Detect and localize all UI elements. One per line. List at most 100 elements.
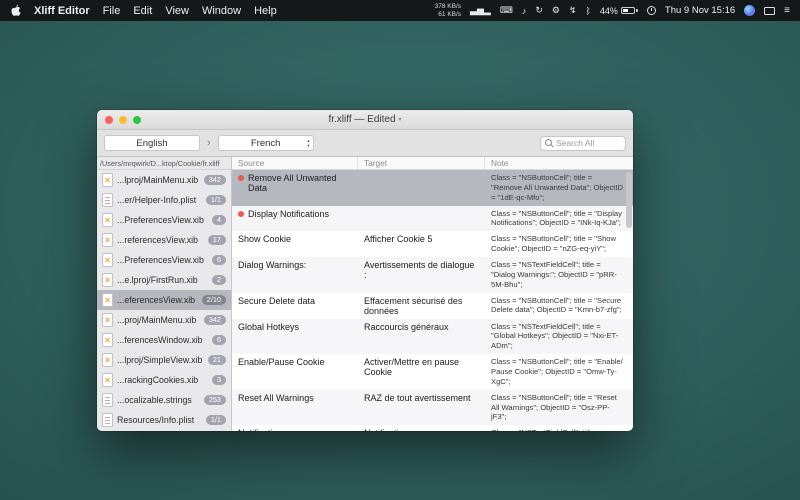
- table-row[interactable]: Display NotificationsClass = "NSButtonCe…: [232, 206, 633, 232]
- battery-icon: [621, 7, 635, 14]
- zoom-button[interactable]: [133, 116, 141, 124]
- file-item[interactable]: ×...PreferencesView.xib4: [97, 210, 231, 230]
- file-name: ...PreferencesView.xib: [117, 255, 208, 265]
- menu-list: File Edit View Window Help: [103, 5, 277, 17]
- title-chevron-icon[interactable]: ▾: [399, 116, 402, 123]
- file-item[interactable]: ×...proj/MainMenu.xib342: [97, 310, 231, 330]
- file-item[interactable]: ×...ferencesWindow.xib6: [97, 330, 231, 350]
- siri-icon[interactable]: [744, 5, 755, 16]
- table-row[interactable]: Dialog Warnings:Avertissements de dialog…: [232, 257, 633, 293]
- target-text[interactable]: Avertissements de dialogue :: [358, 257, 485, 293]
- sync-icon[interactable]: ↻: [535, 5, 543, 16]
- source-text: Enable/Pause Cookie: [238, 357, 325, 367]
- file-path: /Users/mrqwirk/D...ktop/Cookie/fr.xliff: [97, 157, 231, 170]
- target-language-popup[interactable]: French ▴▾: [218, 135, 314, 151]
- xib-file-icon: ×: [102, 333, 113, 347]
- table-scrollbar-thumb[interactable]: [626, 172, 632, 228]
- file-item[interactable]: ×...PreferencesView.xib6: [97, 250, 231, 270]
- source-cell: Notifications:: [232, 425, 358, 431]
- menu-file[interactable]: File: [103, 5, 121, 17]
- toolbar: English › French ▴▾: [97, 130, 633, 157]
- status-icon-list: ▃▅▂ ⌨ ♪ ↻ ⚙ ↯ ᛒ: [470, 5, 591, 16]
- gear-icon[interactable]: ⚙: [552, 5, 560, 16]
- file-item[interactable]: Resources/Info.plist1/1: [97, 410, 231, 430]
- battery-percent-label: 44%: [600, 6, 618, 16]
- minimize-button[interactable]: [119, 116, 127, 124]
- search-input[interactable]: [556, 138, 621, 148]
- count-badge: 17: [208, 235, 226, 245]
- battery-indicator[interactable]: 44%: [600, 6, 638, 16]
- source-text: Global Hotkeys: [238, 322, 299, 332]
- count-badge: 21: [208, 355, 226, 365]
- target-text[interactable]: Raccourcis généraux: [358, 319, 485, 355]
- volume-icon[interactable]: ♪: [522, 6, 527, 16]
- target-text[interactable]: [358, 206, 485, 232]
- file-item[interactable]: ...ocalizable.strings 253: [97, 390, 231, 410]
- table-row[interactable]: Enable/Pause Cookie Activer/Mettre en pau…: [232, 354, 633, 390]
- note-text: Class = "NSTextFieldCell"; title = "Dial…: [485, 257, 633, 293]
- target-text[interactable]: RAZ de tout avertissement: [358, 390, 485, 426]
- count-badge: 253: [204, 395, 226, 405]
- target-text[interactable]: Effacement sécurisé des données: [358, 293, 485, 319]
- column-header-target[interactable]: Target: [358, 157, 485, 169]
- target-text[interactable]: Notifications :: [358, 425, 485, 431]
- file-item[interactable]: ×...lproj/SimpleView.xib21: [97, 350, 231, 370]
- count-badge: 1/1: [206, 195, 226, 205]
- table-body: Remove All Unwanted Data Class = "NSButto…: [232, 170, 633, 431]
- note-text: Class = "NSButtonCell"; title = "Show Co…: [485, 231, 633, 257]
- search-field[interactable]: [540, 136, 626, 151]
- activity-graph-icon[interactable]: ▃▅▂: [470, 5, 491, 16]
- target-text[interactable]: Afficher Cookie 5: [358, 231, 485, 257]
- file-item[interactable]: ×...e.lproj/FirstRun.xib2: [97, 270, 231, 290]
- table-row[interactable]: Global Hotkeys Raccourcis générauxClass =…: [232, 319, 633, 355]
- clock-icon[interactable]: [647, 6, 656, 15]
- count-badge: 342: [204, 315, 226, 325]
- file-item[interactable]: ×...lproj/MainMenu.xib342: [97, 170, 231, 190]
- count-badge: 1/1: [206, 415, 226, 425]
- file-name: ...ocalizable.strings: [117, 395, 200, 405]
- notification-center-icon[interactable]: ≡: [784, 5, 790, 16]
- column-header-note[interactable]: Note: [485, 157, 633, 169]
- translation-table: SourceTargetNote Remove All Unwanted Dat…: [232, 157, 633, 431]
- apple-menu-icon[interactable]: [10, 4, 21, 17]
- menu-bar-clock[interactable]: Thu 9 Nov 15:16: [665, 5, 735, 16]
- table-row[interactable]: Show Cookie Afficher Cookie 5Class = "NSB…: [232, 231, 633, 257]
- source-language-button[interactable]: English: [104, 135, 200, 151]
- menu-help[interactable]: Help: [254, 5, 277, 17]
- keyboard-icon[interactable]: ⌨: [500, 5, 513, 16]
- close-button[interactable]: [105, 116, 113, 124]
- battery-fill: [623, 9, 628, 12]
- window-content: /Users/mrqwirk/D...ktop/Cookie/fr.xliff …: [97, 157, 633, 431]
- source-text: Display Notifications: [248, 209, 329, 219]
- app-menu-title[interactable]: Xliff Editor: [34, 5, 90, 17]
- target-text[interactable]: Activer/Mettre en pause Cookie: [358, 354, 485, 390]
- count-badge: 6: [212, 255, 226, 265]
- display-icon[interactable]: [764, 7, 775, 15]
- table-row[interactable]: Remove All Unwanted DataClass = "NSButto…: [232, 170, 633, 206]
- xib-file-icon: ×: [102, 313, 113, 327]
- source-text: Show Cookie: [238, 234, 291, 244]
- column-header-source[interactable]: Source: [232, 157, 358, 169]
- menu-edit[interactable]: Edit: [133, 5, 152, 17]
- file-item[interactable]: ...er/Helper-Info.plist 1/1: [97, 190, 231, 210]
- bluetooth-icon[interactable]: ᛒ: [585, 6, 590, 16]
- bolt-icon[interactable]: ↯: [569, 5, 577, 16]
- table-row[interactable]: Secure Delete dataEffacement sécurisé de…: [232, 293, 633, 319]
- title-bar[interactable]: fr.xliff — Edited ▾: [97, 110, 633, 130]
- menu-view[interactable]: View: [165, 5, 189, 17]
- table-row[interactable]: Notifications:Notifications :Class = "NS…: [232, 425, 633, 431]
- network-speed-indicator[interactable]: 378 KB/s 61 KB/s: [435, 3, 461, 18]
- table-row[interactable]: Reset All WarningsRAZ de tout avertissem…: [232, 390, 633, 426]
- file-item[interactable]: ×...eferencesView.xib2/10: [97, 290, 231, 310]
- note-text: Class = "NSTextFieldCell"; title = "Noti…: [485, 425, 633, 431]
- count-badge: 342: [204, 175, 226, 185]
- file-item[interactable]: ×...rackingCookies.xib3: [97, 370, 231, 390]
- menu-window[interactable]: Window: [202, 5, 241, 17]
- file-item[interactable]: ×...referencesView.xib17: [97, 230, 231, 250]
- target-text[interactable]: [358, 170, 485, 206]
- source-cell: Remove All Unwanted Data: [232, 170, 358, 206]
- file-name: ...er/Helper-Info.plist: [117, 195, 202, 205]
- count-badge: 2: [212, 275, 226, 285]
- sidebar: /Users/mrqwirk/D...ktop/Cookie/fr.xliff …: [97, 157, 232, 431]
- note-text: Class = "NSTextFieldCell"; title = "Glob…: [485, 319, 633, 355]
